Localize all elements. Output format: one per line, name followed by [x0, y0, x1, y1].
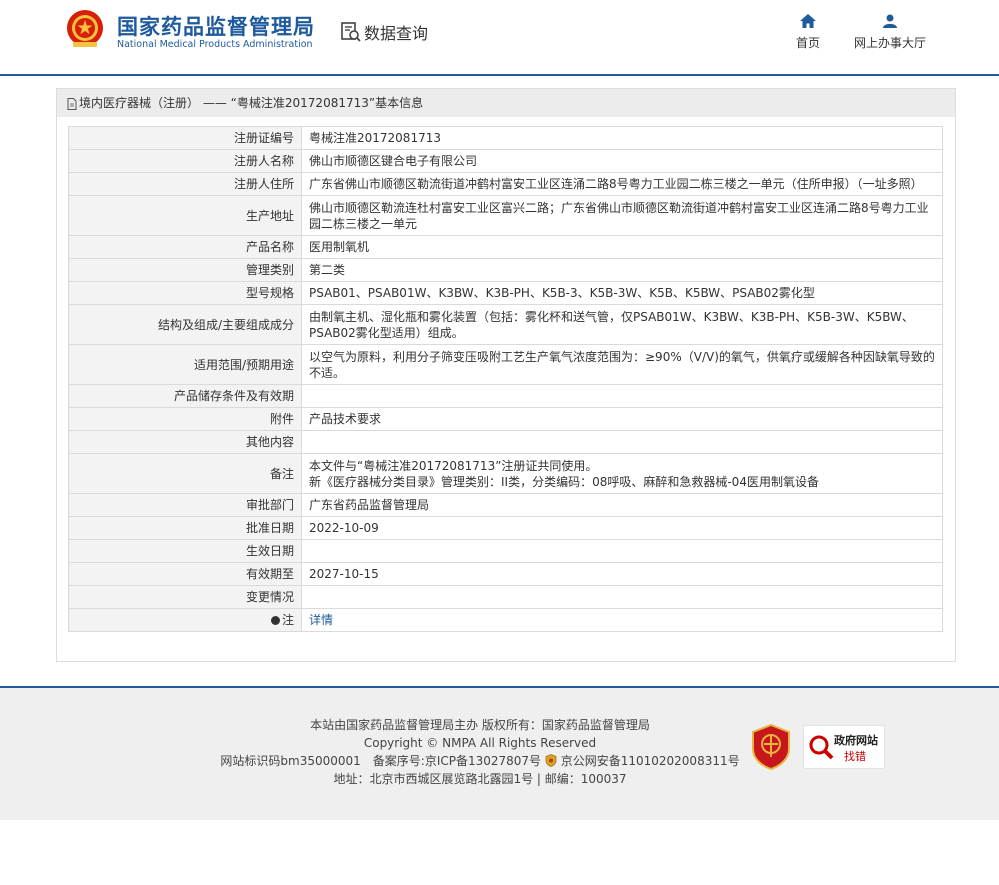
detail-panel: 境内医疗器械（注册） —— “粤械注准20172081713”基本信息 注册证编…	[56, 88, 956, 662]
note-label-cell: 注	[68, 608, 302, 632]
data-query-icon	[341, 22, 361, 42]
row-label: 批准日期	[68, 516, 302, 540]
org-name-cn[interactable]: 国家药品监督管理局	[117, 11, 315, 41]
table-row: 产品储存条件及有效期	[68, 384, 943, 408]
row-value: 本文件与“粤械注准20172081713”注册证共同使用。 新《医疗器械分类目录》…	[301, 453, 943, 494]
row-label: 结构及组成/主要组成成分	[68, 304, 302, 345]
row-label: 注	[281, 613, 294, 627]
nav-home-label: 首页	[795, 36, 820, 50]
row-value: 医用制氧机	[301, 235, 943, 259]
party-government-badge-icon[interactable]	[752, 724, 790, 770]
row-value: 佛山市顺德区键合电子有限公司	[301, 149, 943, 173]
row-value	[301, 430, 943, 454]
user-icon	[883, 14, 897, 28]
row-label: 备注	[68, 453, 302, 494]
table-row: 生产地址 佛山市顺德区勒流连杜村富安工业区富兴二路；广东省佛山市顺德区勒流街道冲鹤…	[68, 195, 943, 236]
table-row: 注册证编号 粤械注准20172081713	[68, 126, 943, 150]
registration-info-table: 注册证编号 粤械注准20172081713 注册人名称 佛山市顺德区键合电子有限公司…	[68, 126, 943, 632]
footer-registration-line: 网站标识码bm35000001 备案序号:京ICP备13027807号 京公网安…	[220, 752, 740, 770]
footer-host-line: 本站由国家药品监督管理局主办 版权所有：国家药品监督管理局	[310, 718, 650, 732]
row-value	[301, 384, 943, 408]
footer-address: 地址：北京市西城区展览路北露园1号 | 邮编：100037	[333, 772, 627, 786]
data-query-label: 数据查询	[364, 24, 429, 43]
row-value: 产品技术要求	[301, 407, 943, 431]
row-value: 佛山市顺德区勒流连杜村富安工业区富兴二路；广东省佛山市顺德区勒流街道冲鹤村富安工…	[301, 195, 943, 236]
row-label: 生效日期	[68, 539, 302, 563]
footer-copyright: Copyright © NMPA All Rights Reserved	[363, 736, 597, 750]
row-value: PSAB01、PSAB01W、K3BW、K3B-PH、K5B-3、K5B-3W、…	[301, 281, 943, 305]
error-report-label: 找错	[844, 750, 866, 763]
police-badge-icon	[545, 754, 557, 767]
footer-police-record[interactable]: 京公网安备11010202008311号	[561, 754, 740, 768]
nav-home[interactable]: 首页	[790, 14, 826, 51]
breadcrumb-title: “粤械注准20172081713”基本信息	[230, 96, 424, 110]
footer-info: 本站由国家药品监督管理局主办 版权所有：国家药品监督管理局 Copyright …	[220, 716, 740, 788]
table-row: 结构及组成/主要组成成分 由制氧主机、湿化瓶和雾化装置（包括：雾化杯和送气管，仅P…	[68, 304, 943, 345]
breadcrumb-category[interactable]: 境内医疗器械（注册）	[79, 96, 199, 110]
row-label: 产品名称	[68, 235, 302, 259]
table-row: 型号规格 PSAB01、PSAB01W、K3BW、K3B-PH、K5B-3、K5B…	[68, 281, 943, 305]
row-label: 生产地址	[68, 195, 302, 236]
gov-site-error-report-badge[interactable]: 政府网站 找错	[803, 725, 885, 769]
row-value: 第二类	[301, 258, 943, 282]
breadcrumb-separator: ——	[202, 96, 227, 110]
row-value: 广东省药品监督管理局	[301, 493, 943, 517]
row-value: 由制氧主机、湿化瓶和雾化装置（包括：雾化杯和送气管，仅PSAB01W、K3BW、…	[301, 304, 943, 345]
table-row: 适用范围/预期用途 以空气为原料，利用分子筛变压吸附工艺生产氧气浓度范围为：≥90…	[68, 344, 943, 385]
row-value: 2027-10-15	[301, 562, 943, 586]
org-name-en: National Medical Products Administration	[117, 39, 313, 50]
row-label: 有效期至	[68, 562, 302, 586]
panel-title-bar: 境内医疗器械（注册） —— “粤械注准20172081713”基本信息	[57, 89, 955, 117]
row-label: 适用范围/预期用途	[68, 344, 302, 385]
row-value: 详情	[301, 608, 943, 632]
row-value: 广东省佛山市顺德区勒流街道冲鹤村富安工业区连涌二路8号粤力工业园二栋三楼之一单元…	[301, 172, 943, 196]
row-label: 管理类别	[68, 258, 302, 282]
table-row: 备注 本文件与“粤械注准20172081713”注册证共同使用。 新《医疗器械分类目…	[68, 453, 943, 494]
table-row: 注册人住所 广东省佛山市顺德区勒流街道冲鹤村富安工业区连涌二路8号粤力工业园二栋三…	[68, 172, 943, 196]
magnifier-icon	[809, 735, 834, 760]
row-label: 附件	[68, 407, 302, 431]
table-row: 批准日期 2022-10-09	[68, 516, 943, 540]
table-row: 有效期至 2027-10-15	[68, 562, 943, 586]
table-row: 其他内容	[68, 430, 943, 454]
row-label: 变更情况	[68, 585, 302, 609]
data-query-link[interactable]: 数据查询	[340, 20, 428, 44]
site-footer: 本站由国家药品监督管理局主办 版权所有：国家药品监督管理局 Copyright …	[0, 686, 999, 820]
footer-icp[interactable]: 网站标识码bm35000001 备案序号:京ICP备13027807号	[220, 754, 541, 768]
table-row: 审批部门 广东省药品监督管理局	[68, 493, 943, 517]
table-row: 管理类别 第二类	[68, 258, 943, 282]
row-value: 以空气为原料，利用分子筛变压吸附工艺生产氧气浓度范围为：≥90%（V/V)的氧气…	[301, 344, 943, 385]
table-row: 产品名称 医用制氧机	[68, 235, 943, 259]
nav-hall-label: 网上办事大厅	[853, 36, 926, 50]
row-value: 2022-10-09	[301, 516, 943, 540]
document-icon	[67, 97, 77, 110]
table-row: 生效日期	[68, 539, 943, 563]
national-emblem-icon	[67, 10, 103, 47]
home-icon	[800, 14, 816, 28]
row-label: 其他内容	[68, 430, 302, 454]
row-label: 型号规格	[68, 281, 302, 305]
table-row: 注册人名称 佛山市顺德区键合电子有限公司	[68, 149, 943, 173]
row-value	[301, 539, 943, 563]
row-label: 注册证编号	[68, 126, 302, 150]
details-link[interactable]: 详情	[309, 613, 333, 627]
row-value: 粤械注准20172081713	[301, 126, 943, 150]
row-label: 产品储存条件及有效期	[68, 384, 302, 408]
row-label: 审批部门	[68, 493, 302, 517]
gov-site-label: 政府网站	[834, 734, 878, 747]
table-row: 变更情况	[68, 585, 943, 609]
row-label: 注册人名称	[68, 149, 302, 173]
row-value	[301, 585, 943, 609]
site-header: 国家药品监督管理局 National Medical Products Admi…	[0, 0, 999, 76]
globe-icon	[270, 616, 280, 625]
table-row: 附件 产品技术要求	[68, 407, 943, 431]
remark-line-2: 新《医疗器械分类目录》管理类别：II类，分类编码：08呼吸、麻醉和急救器械-04…	[309, 474, 819, 489]
table-row: 注 详情	[68, 608, 943, 632]
nav-online-service-hall[interactable]: 网上办事大厅	[850, 14, 930, 51]
remark-line-1: 本文件与“粤械注准20172081713”注册证共同使用。	[309, 458, 598, 473]
row-label: 注册人住所	[68, 172, 302, 196]
